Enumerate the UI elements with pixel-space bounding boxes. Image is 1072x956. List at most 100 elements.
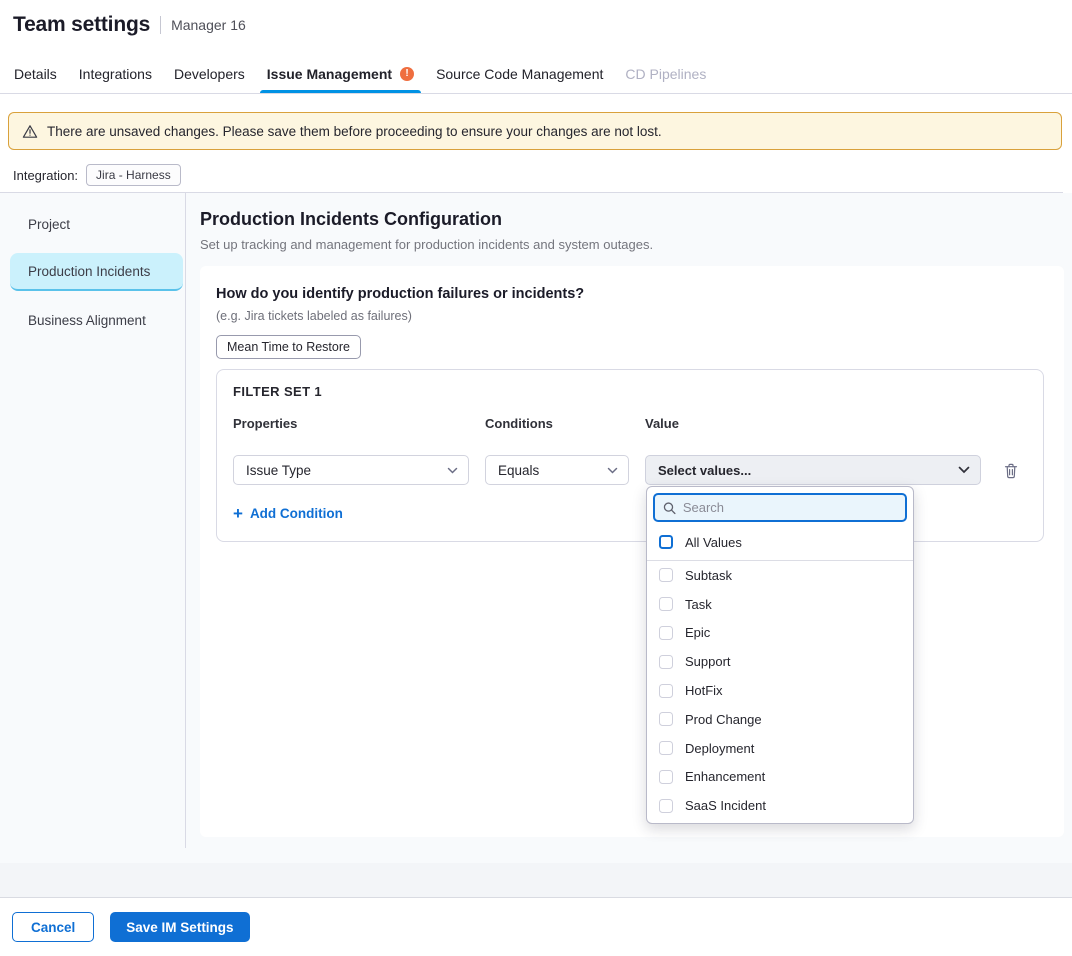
dropdown-search-input[interactable]: [683, 500, 897, 515]
option-label: Epic: [685, 625, 710, 640]
option-label: HotFix: [685, 683, 723, 698]
condition-select[interactable]: Equals: [485, 455, 629, 485]
title-divider: [160, 16, 161, 34]
option-task[interactable]: Task: [647, 590, 913, 619]
property-select[interactable]: Issue Type: [233, 455, 469, 485]
add-condition-label: Add Condition: [250, 506, 343, 521]
option-label: Deployment: [685, 741, 754, 756]
properties-column-label: Properties: [233, 416, 469, 431]
integration-chip[interactable]: Jira - Harness: [86, 164, 181, 186]
condition-select-value: Equals: [498, 463, 539, 478]
add-condition-button[interactable]: + Add Condition: [233, 505, 343, 522]
cancel-button[interactable]: Cancel: [12, 912, 94, 942]
title-row: Team settings Manager 16: [13, 13, 246, 37]
tab-label: CD Pipelines: [625, 66, 706, 82]
tab-label: Issue Management: [267, 66, 392, 82]
value-column-label: Value: [645, 416, 981, 431]
option-label: Support: [685, 654, 731, 669]
unsaved-changes-banner: There are unsaved changes. Please save t…: [8, 112, 1062, 150]
filter-set-title: FILTER SET 1: [233, 384, 1027, 399]
integration-row: Integration: Jira - Harness: [13, 163, 181, 187]
action-footer: Cancel Save IM Settings: [0, 898, 1072, 956]
checkbox[interactable]: [659, 655, 673, 669]
option-prod-change[interactable]: Prod Change: [647, 705, 913, 734]
tab-source-code-management[interactable]: Source Code Management: [436, 55, 603, 93]
tab-label: Integrations: [79, 66, 152, 82]
tab-issue-management[interactable]: Issue Management !: [267, 55, 414, 93]
option-label: Enhancement: [685, 769, 765, 784]
chevron-down-icon: [958, 466, 970, 474]
tab-label: Developers: [174, 66, 245, 82]
tab-cd-pipelines: CD Pipelines: [625, 55, 706, 93]
filter-column-headers: Properties Conditions Value: [233, 416, 1027, 431]
settings-sidebar: Project Production Incidents Business Al…: [0, 193, 186, 848]
footer-spacer-band: [0, 863, 1072, 898]
checkbox[interactable]: [659, 684, 673, 698]
sidebar-item-label: Production Incidents: [28, 264, 150, 279]
option-label: Task: [685, 597, 712, 612]
sidebar-item-business-alignment[interactable]: Business Alignment: [10, 301, 183, 339]
option-hotfix[interactable]: HotFix: [647, 676, 913, 705]
sidebar-item-project[interactable]: Project: [10, 205, 183, 243]
conditions-column-label: Conditions: [485, 416, 629, 431]
option-label: Prod Change: [685, 712, 762, 727]
warning-triangle-icon: [22, 124, 38, 139]
option-enhancement[interactable]: Enhancement: [647, 763, 913, 792]
checkbox[interactable]: [659, 799, 673, 813]
question-hint: (e.g. Jira tickets labeled as failures): [216, 309, 1048, 323]
banner-text: There are unsaved changes. Please save t…: [47, 124, 662, 139]
question-heading: How do you identify production failures …: [216, 286, 1048, 302]
option-label: All Values: [685, 535, 742, 550]
dropdown-search-box: [653, 493, 907, 522]
checkbox[interactable]: [659, 741, 673, 755]
checkbox[interactable]: [659, 597, 673, 611]
delete-filter-button[interactable]: [1001, 460, 1021, 481]
option-subtask[interactable]: Subtask: [647, 561, 913, 590]
tab-bar: Details Integrations Developers Issue Ma…: [14, 55, 706, 93]
checkbox-all-values[interactable]: [659, 535, 673, 549]
option-label: SaaS Incident: [685, 798, 766, 813]
chevron-down-icon: [447, 467, 458, 474]
sidebar-item-label: Business Alignment: [28, 313, 146, 328]
tab-label: Details: [14, 66, 57, 82]
page-subtitle: Manager 16: [171, 17, 246, 33]
trash-icon: [1003, 462, 1019, 479]
property-select-value: Issue Type: [246, 463, 311, 478]
option-support[interactable]: Support: [647, 647, 913, 676]
tab-integrations[interactable]: Integrations: [79, 55, 152, 93]
option-all-values[interactable]: All Values: [647, 528, 913, 556]
options-list[interactable]: Subtask Task Epic Support HotFix Prod Ch…: [647, 561, 913, 824]
value-multiselect[interactable]: Select values...: [645, 455, 981, 485]
checkbox[interactable]: [659, 626, 673, 640]
checkbox[interactable]: [659, 770, 673, 784]
chevron-down-icon: [607, 467, 618, 474]
option-customer-notification[interactable]: Customer Notification: [647, 820, 913, 824]
main-panel: Production Incidents Configuration Set u…: [200, 193, 1064, 837]
integration-label: Integration:: [13, 168, 78, 183]
option-saas-incident[interactable]: SaaS Incident: [647, 791, 913, 820]
filter-row: Issue Type Equals Select values...: [233, 455, 1027, 485]
sidebar-item-label: Project: [28, 217, 70, 232]
option-epic[interactable]: Epic: [647, 619, 913, 648]
sidebar-item-production-incidents[interactable]: Production Incidents: [10, 253, 183, 291]
config-card: How do you identify production failures …: [200, 266, 1064, 837]
search-icon: [663, 501, 676, 515]
plus-icon: +: [233, 505, 243, 522]
value-select-dropdown: All Values Subtask Task Epic Support Hot…: [646, 486, 914, 824]
section-title: Production Incidents Configuration: [200, 209, 1064, 230]
tab-developers[interactable]: Developers: [174, 55, 245, 93]
option-label: Subtask: [685, 568, 732, 583]
tab-label: Source Code Management: [436, 66, 603, 82]
option-deployment[interactable]: Deployment: [647, 734, 913, 763]
metric-chip-mean-time-to-restore[interactable]: Mean Time to Restore: [216, 335, 361, 359]
checkbox[interactable]: [659, 568, 673, 582]
save-im-settings-button[interactable]: Save IM Settings: [110, 912, 249, 942]
filter-set-box: FILTER SET 1 Properties Conditions Value…: [216, 369, 1044, 542]
page-title: Team settings: [13, 13, 150, 37]
checkbox[interactable]: [659, 712, 673, 726]
tab-details[interactable]: Details: [14, 55, 57, 93]
alert-badge-icon: !: [400, 67, 414, 81]
section-subtitle: Set up tracking and management for produ…: [200, 237, 1064, 252]
value-select-placeholder: Select values...: [658, 463, 751, 478]
page-header: Team settings Manager 16 Details Integra…: [0, 0, 1072, 94]
